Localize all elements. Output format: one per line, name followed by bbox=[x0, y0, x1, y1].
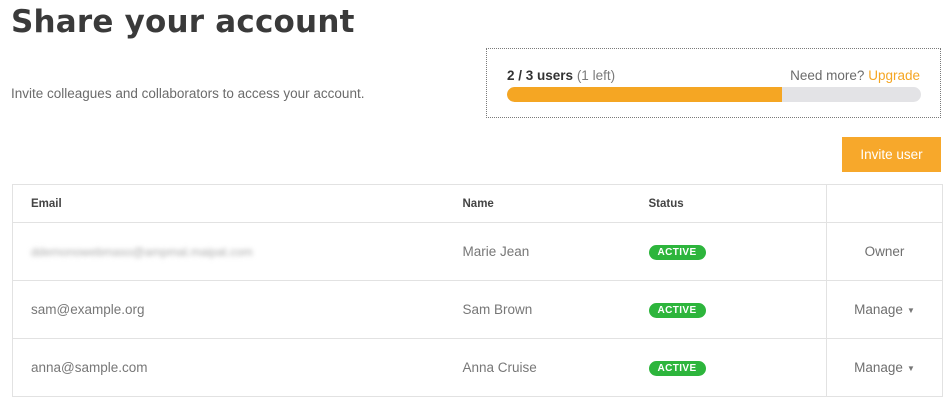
name-cell: Anna Cruise bbox=[462, 360, 537, 375]
need-more: Need more? Upgrade bbox=[790, 68, 920, 83]
caret-down-icon: ▼ bbox=[906, 306, 915, 315]
status-badge: ACTIVE bbox=[648, 361, 706, 376]
column-header-name: Name bbox=[444, 184, 631, 223]
page-title: Share your account bbox=[11, 4, 355, 40]
caret-down-icon: ▼ bbox=[906, 364, 915, 373]
table-row: sam@example.org Sam Brown ACTIVE Manage ▼ bbox=[12, 280, 943, 339]
column-header-action bbox=[826, 184, 943, 223]
upgrade-link[interactable]: Upgrade bbox=[868, 68, 920, 83]
status-cell: ACTIVE bbox=[630, 280, 827, 339]
table-row: anna@sample.com Anna Cruise ACTIVE Manag… bbox=[13, 338, 943, 397]
table-header-row: Email Name Status bbox=[12, 184, 943, 223]
status-cell: ACTIVE bbox=[631, 339, 827, 397]
user-count: 2 / 3 users (1 left) bbox=[507, 68, 615, 83]
action-cell: Manage ▼ bbox=[826, 338, 943, 397]
manage-dropdown[interactable]: Manage ▼ bbox=[854, 302, 915, 317]
action-cell: Owner bbox=[826, 222, 943, 281]
need-more-label: Need more? bbox=[790, 68, 865, 83]
email-cell: ddemonowebmaso@ampmal.maipat.com bbox=[12, 222, 445, 281]
invite-user-button[interactable]: Invite user bbox=[842, 137, 941, 172]
column-header-email: Email bbox=[12, 184, 445, 223]
user-quota-panel: 2 / 3 users (1 left) Need more? Upgrade bbox=[486, 48, 941, 118]
manage-label: Manage bbox=[854, 302, 903, 317]
owner-label: Owner bbox=[864, 244, 905, 259]
status-cell: ACTIVE bbox=[630, 222, 827, 281]
manage-label: Manage bbox=[854, 360, 903, 375]
email-cell: sam@example.org bbox=[12, 280, 445, 339]
table-row: ddemonowebmaso@ampmal.maipat.com Marie J… bbox=[12, 222, 943, 281]
action-cell: Manage ▼ bbox=[826, 280, 943, 339]
users-table: Email Name Status ddemonowebmaso@ampmal.… bbox=[12, 184, 943, 397]
usage-progress-bar bbox=[507, 87, 921, 102]
status-badge: ACTIVE bbox=[648, 245, 706, 260]
name-cell: Sam Brown bbox=[444, 280, 631, 339]
user-count-value: 2 / 3 users bbox=[507, 68, 574, 83]
page-subtitle: Invite colleagues and collaborators to a… bbox=[11, 86, 365, 101]
users-left: (1 left) bbox=[576, 68, 616, 83]
column-header-status: Status bbox=[630, 184, 827, 223]
manage-dropdown[interactable]: Manage ▼ bbox=[854, 360, 915, 375]
status-badge: ACTIVE bbox=[648, 303, 706, 318]
usage-progress-fill bbox=[507, 87, 782, 102]
name-cell: Marie Jean bbox=[444, 222, 631, 281]
email-cell: anna@sample.com bbox=[31, 360, 148, 375]
email-text-blurred: ddemonowebmaso@ampmal.maipat.com bbox=[31, 245, 253, 259]
